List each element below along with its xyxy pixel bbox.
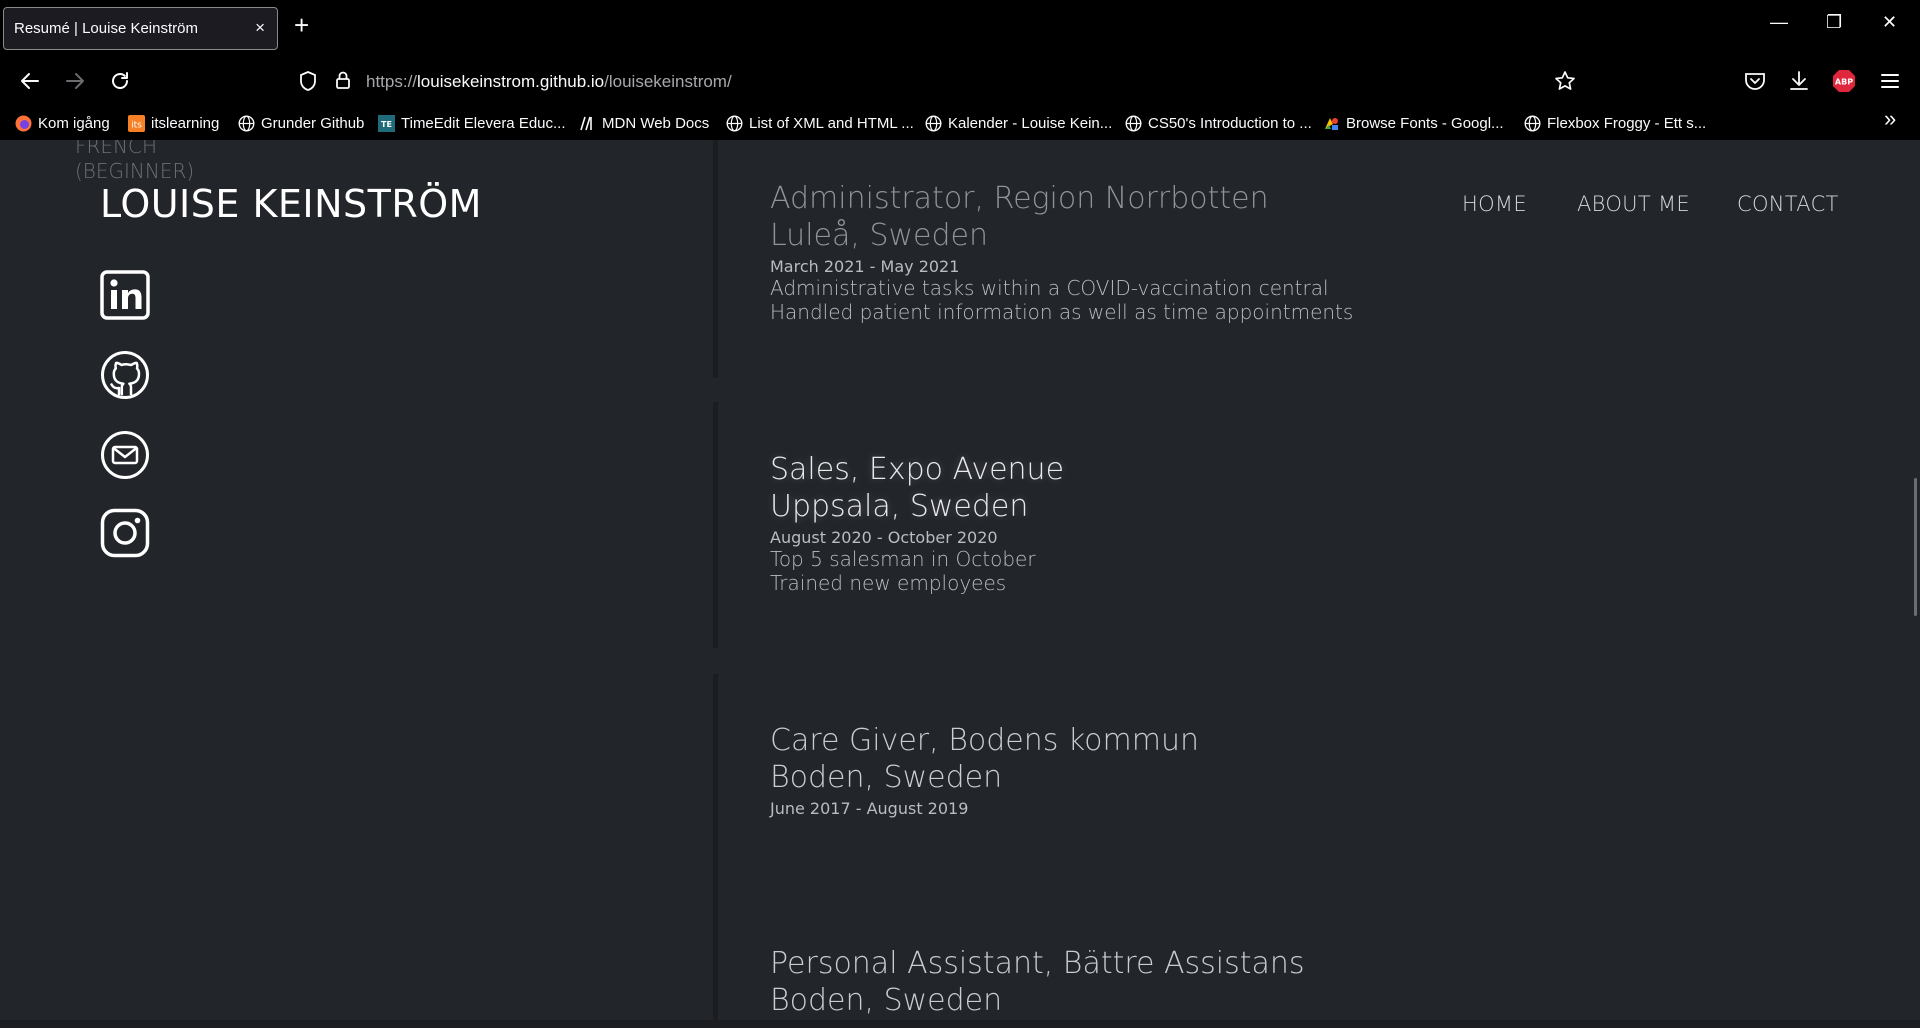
svg-text:its: its [131,120,142,130]
navigation-toolbar: https://louisekeinstrom.github.io/louise… [0,56,1920,106]
globe-icon [238,114,255,132]
job-title: Administrator, Region Norrbotten [770,181,1269,216]
job-entry: Sales, Expo Avenue Uppsala, Sweden Augus… [770,451,1064,595]
bookmark-label: Kom igång [38,114,110,132]
tab-title: Resumé | Louise Keinström [14,20,198,37]
globe-icon [925,114,942,132]
timeedit-icon: TE [378,114,395,132]
svg-text:TE: TE [381,120,392,129]
language-level: (BEGINNER) [75,159,195,183]
globe-icon [1125,114,1142,132]
bookmark-label: Kalender - Louise Kein... [948,114,1113,132]
bookmark-label: TimeEdit Elevera Educ... [401,114,566,132]
url-path: /louisekeinstrom/ [604,72,732,91]
bookmark-item[interactable]: Kom igång [15,113,110,133]
close-window-button[interactable]: ✕ [1882,12,1897,33]
bookmark-item[interactable]: TE TimeEdit Elevera Educ... [378,113,566,133]
globe-icon [1524,114,1541,132]
lock-icon[interactable] [334,69,352,91]
bookmark-item[interactable]: List of XML and HTML ... [726,113,914,133]
active-tab[interactable]: Resumé | Louise Keinström × [3,7,278,50]
job-description-line: Top 5 salesman in October [770,547,1036,571]
timeline-divider [713,674,718,912]
nav-home-link[interactable]: HOME [1462,192,1527,216]
job-dates: June 2017 - August 2019 [770,799,969,818]
mail-icon[interactable] [100,430,150,480]
github-icon[interactable] [100,350,150,400]
job-entry: Personal Assistant, Bättre Assistans Bod… [770,945,1305,1019]
site-title: LOUISE KEINSTRÖM [100,182,482,226]
scrollbar-thumb[interactable] [1914,478,1917,616]
job-dates: August 2020 - October 2020 [770,528,998,547]
timeline-divider [713,402,718,648]
tab-close-icon[interactable]: × [255,18,265,38]
job-location: Boden, Sweden [770,760,1003,795]
job-location: Boden, Sweden [770,983,1003,1018]
url-host: louisekeinstrom.github.io [417,72,605,91]
mdn-icon [580,116,592,130]
page-bottom-strip [0,1020,1920,1028]
firefox-icon [15,115,32,131]
resume-page: FRENCH (BEGINNER) LOUISE KEINSTRÖM HOME … [0,140,1920,1028]
job-location: Uppsala, Sweden [770,489,1029,524]
bookmark-item[interactable]: Grunder Github [238,113,364,133]
restore-button[interactable]: ❐ [1826,12,1842,33]
menu-hamburger-icon[interactable] [1877,68,1903,94]
job-entry: Administrator, Region Norrbotten Luleå, … [770,180,1353,324]
job-dates: March 2021 - May 2021 [770,257,960,276]
bookmarks-overflow-chevron-icon[interactable]: » [1884,106,1896,131]
bookmark-item[interactable]: Flexbox Froggy - Ett s... [1524,113,1706,133]
minimize-button[interactable]: — [1770,12,1788,33]
bookmark-label: List of XML and HTML ... [749,114,914,132]
adblock-icon[interactable]: ABP [1831,68,1857,94]
bookmarks-toolbar: Kom igång its itslearning Grunder Github… [0,106,1920,140]
job-entry: Care Giver, Bodens kommun Boden, Sweden … [770,722,1199,818]
instagram-icon[interactable] [100,508,150,558]
bookmark-item[interactable]: MDN Web Docs [579,113,709,133]
google-fonts-icon [1325,117,1338,130]
forward-arrow-icon[interactable] [62,68,88,94]
url-text[interactable]: https://louisekeinstrom.github.io/louise… [366,72,732,92]
bookmark-item[interactable]: Browse Fonts - Googl... [1323,113,1504,133]
url-bar[interactable]: https://louisekeinstrom.github.io/louise… [290,62,1590,100]
job-description-line: Handled patient information as well as t… [770,300,1354,324]
url-scheme: https:// [366,72,418,91]
bookmark-item[interactable]: its itslearning [128,113,219,133]
star-bookmark-icon[interactable] [1554,70,1576,92]
job-description-line: Administrative tasks within a COVID-vacc… [770,276,1329,300]
bookmark-label: Grunder Github [261,114,365,132]
tab-bar: Resumé | Louise Keinström × + — ❐ ✕ [0,0,1920,56]
back-arrow-icon[interactable] [17,68,43,94]
bookmark-item[interactable]: CS50's Introduction to ... [1125,113,1312,133]
globe-icon [726,114,743,132]
itslearning-icon: its [128,114,145,132]
bookmark-label: itslearning [151,114,220,132]
job-title: Personal Assistant, Bättre Assistans [770,946,1305,981]
nav-about-link[interactable]: ABOUT ME [1577,192,1690,216]
shield-icon[interactable] [298,70,318,92]
bookmark-label: Flexbox Froggy - Ett s... [1547,114,1707,132]
bookmark-label: CS50's Introduction to ... [1148,114,1312,132]
bookmark-label: MDN Web Docs [602,114,710,132]
timeline-divider [713,898,718,1028]
pocket-icon[interactable] [1742,68,1768,94]
faded-language-entry: FRENCH (BEGINNER) [75,140,194,184]
job-description-line: Trained new employees [770,571,1007,595]
bookmark-item[interactable]: Kalender - Louise Kein... [925,113,1112,133]
nav-contact-link[interactable]: CONTACT [1737,192,1839,216]
new-tab-button[interactable]: + [294,12,309,38]
job-title: Care Giver, Bodens kommun [770,723,1200,758]
linkedin-icon[interactable] [100,270,150,320]
timeline-divider [713,140,718,378]
bookmark-label: Browse Fonts - Googl... [1346,114,1504,132]
language-name: FRENCH [75,140,158,158]
download-icon[interactable] [1786,68,1812,94]
job-location: Luleå, Sweden [770,218,988,253]
job-title: Sales, Expo Avenue [770,452,1065,487]
svg-text:ABP: ABP [1835,78,1853,87]
reload-icon[interactable] [107,68,133,94]
